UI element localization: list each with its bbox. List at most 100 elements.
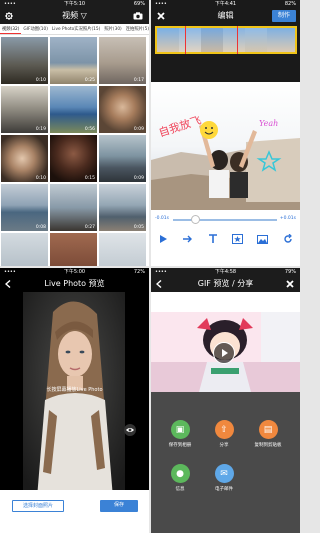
- share-item-label: 分享: [219, 443, 229, 448]
- duration-label: 0:17: [133, 78, 144, 83]
- slider-knob[interactable]: [191, 215, 200, 224]
- mail-icon: ✉: [214, 464, 234, 483]
- video-thumbnail[interactable]: 0:25: [50, 37, 97, 84]
- share-icon: ⇧: [214, 420, 234, 439]
- message-icon: ●: [170, 464, 190, 483]
- bottom-bar: 选择封面照片 保存: [0, 490, 149, 533]
- filmstrip[interactable]: [155, 26, 297, 54]
- rotate-icon[interactable]: [283, 234, 293, 244]
- video-library-screen: •••• 下午5:10 69% 视频 ▽ 视频(32) GIF动图(10) Li…: [0, 0, 149, 266]
- frame-thumb: [223, 28, 245, 52]
- frame-thumb: [157, 28, 179, 52]
- video-thumbnail[interactable]: [99, 233, 146, 266]
- duration-label: 0:19: [35, 127, 46, 132]
- sticker-icon[interactable]: [232, 234, 244, 244]
- frame-thumb: [201, 28, 223, 52]
- share-item-label: 电子邮件: [215, 487, 233, 492]
- tab-video[interactable]: 视频(32): [0, 24, 22, 34]
- smiley-sticker[interactable]: [200, 121, 218, 139]
- tab-gif[interactable]: GIF动图(10): [21, 24, 49, 34]
- message-item[interactable]: ● 信息: [160, 464, 200, 492]
- media-tabs: 视频(32) GIF动图(10) Live Photo实况照片(15) 照片(3…: [0, 24, 149, 35]
- status-bar: •••• 下午4:41 82%: [151, 0, 300, 8]
- video-thumbnail[interactable]: 0:08: [1, 184, 48, 231]
- eye-icon[interactable]: [124, 424, 136, 436]
- arrow-right-icon[interactable]: [182, 234, 193, 244]
- battery: 69%: [133, 1, 145, 7]
- trim-marker[interactable]: [185, 26, 186, 54]
- make-button[interactable]: 制作: [272, 10, 296, 22]
- duration-label: 0:09: [133, 127, 144, 132]
- copy-clipboard-item[interactable]: ▤ 复制到剪贴板: [248, 420, 288, 448]
- duration-label: 0:56: [84, 127, 95, 132]
- speed-slider[interactable]: [173, 219, 277, 221]
- clock: 下午5:10: [63, 1, 86, 7]
- save-album-icon: ▣: [170, 420, 190, 439]
- play-button[interactable]: [213, 342, 235, 364]
- frame-thumb: [179, 28, 201, 52]
- main-preview: 自我放飞 Yeah: [151, 82, 300, 210]
- tab-burst[interactable]: 连拍照片(5): [124, 24, 149, 34]
- gif-share-screen: •••• 下午4:58 79% GIF 预览 / 分享 ▣ 保存到相册 ⇧ 分享…: [151, 268, 300, 533]
- video-thumbnail[interactable]: 0:09: [99, 135, 146, 182]
- duration-label: 0:10: [35, 176, 46, 181]
- share-item-label: 复制到剪贴板: [254, 443, 282, 448]
- tab-photo[interactable]: 照片(30): [102, 24, 123, 34]
- battery: 72%: [133, 269, 145, 275]
- play-icon: [222, 349, 228, 357]
- tool-icons: [151, 234, 300, 244]
- trim-marker[interactable]: [237, 26, 238, 54]
- close-icon[interactable]: [286, 280, 294, 288]
- preview-photo: 自我放飞 Yeah: [151, 82, 300, 210]
- portrait-image: [23, 292, 125, 498]
- video-thumbnail[interactable]: 0:10: [1, 37, 48, 84]
- long-press-hint: 长按屏幕播放Live Photo: [46, 387, 103, 393]
- speed-increase[interactable]: +0.01s: [280, 216, 296, 221]
- duration-label: 0:25: [84, 78, 95, 83]
- text-icon[interactable]: [208, 234, 218, 244]
- clock: 下午4:41: [214, 1, 237, 7]
- share-item-label: 保存到相册: [168, 443, 192, 448]
- status-bar: •••• 下午5:00 72%: [0, 268, 149, 276]
- share-item-label: 信息: [175, 487, 185, 492]
- video-thumbnail[interactable]: [50, 233, 97, 266]
- video-thumbnail[interactable]: 0:09: [99, 86, 146, 133]
- save-button[interactable]: 保存: [100, 500, 138, 512]
- video-thumbnail[interactable]: [1, 233, 48, 266]
- duration-label: 0:27: [84, 225, 95, 230]
- status-bar: •••• 下午4:58 79%: [151, 268, 300, 276]
- live-photo[interactable]: [23, 292, 125, 498]
- share-item[interactable]: ⇧ 分享: [204, 420, 244, 448]
- editor-toolbar: -0.01s +0.01s: [151, 210, 300, 266]
- nav-bar: Live Photo 预览: [0, 276, 149, 292]
- clipboard-icon: ▤: [258, 420, 278, 439]
- video-thumbnail[interactable]: 0:17: [99, 37, 146, 84]
- frame-thumb: [267, 28, 295, 52]
- video-thumbnail[interactable]: 0:27: [50, 184, 97, 231]
- nav-bar: 视频 ▽: [0, 8, 149, 24]
- nav-bar: GIF 预览 / 分享: [151, 276, 300, 292]
- video-thumbnail[interactable]: 0:15: [50, 135, 97, 182]
- video-thumbnail[interactable]: 0:10: [1, 135, 48, 182]
- duration-label: 0:10: [35, 78, 46, 83]
- video-thumbnail[interactable]: 0:05: [99, 184, 146, 231]
- image-icon[interactable]: [257, 234, 269, 244]
- camera-icon[interactable]: [133, 12, 143, 20]
- select-cover-button[interactable]: 选择封面照片: [12, 500, 64, 512]
- editor-screen: •••• 下午4:41 82% 编辑 制作 自我放飞 Yeah -0.01s +…: [151, 0, 300, 266]
- video-thumbnail[interactable]: 0:19: [1, 86, 48, 133]
- email-item[interactable]: ✉ 电子邮件: [204, 464, 244, 492]
- battery: 79%: [284, 269, 296, 275]
- video-thumbnail[interactable]: 0:56: [50, 86, 97, 133]
- duration-label: 0:09: [133, 176, 144, 181]
- media-type-dropdown[interactable]: 视频 ▽: [0, 8, 149, 24]
- play-icon[interactable]: [158, 234, 168, 244]
- signature-text[interactable]: Yeah: [259, 119, 278, 128]
- speed-decrease[interactable]: -0.01s: [155, 216, 169, 221]
- page-title: GIF 预览 / 分享: [197, 279, 254, 288]
- frame-thumb: [245, 28, 267, 52]
- duration-label: 0:08: [35, 225, 46, 230]
- nav-bar: 编辑 制作: [151, 8, 300, 24]
- save-to-album-item[interactable]: ▣ 保存到相册: [160, 420, 200, 448]
- tab-live-photo[interactable]: Live Photo实况照片(15): [50, 24, 102, 34]
